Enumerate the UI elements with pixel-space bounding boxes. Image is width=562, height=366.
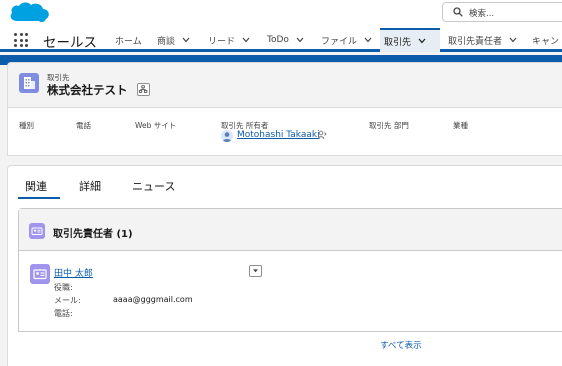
search-placeholder: 検索... [469, 9, 495, 19]
salesforce-cloud-logo[interactable] [8, 1, 50, 25]
change-owner-icon[interactable] [317, 130, 327, 140]
search-icon [453, 7, 463, 17]
chevron-down-icon[interactable] [418, 38, 426, 44]
tab-label: 取引先 [384, 37, 412, 48]
hierarchy-button[interactable] [137, 83, 150, 96]
app-launcher-icon[interactable] [14, 33, 28, 47]
app-name: セールス [43, 35, 97, 51]
chevron-down-icon [253, 269, 258, 273]
tab-todo[interactable]: ToDo [263, 28, 308, 52]
tab-files[interactable]: ファイル [317, 28, 376, 52]
chevron-down-icon[interactable] [364, 37, 372, 43]
chevron-down-icon[interactable] [296, 37, 304, 43]
record-title: 株式会社テスト [47, 83, 128, 97]
global-search-input[interactable]: 検索... [442, 2, 562, 22]
account-icon [19, 73, 39, 93]
tab-label: キャン [532, 36, 560, 47]
role-label: 役職: [54, 283, 73, 292]
field-label-phone: 電話 [76, 121, 91, 130]
tab-label: ToDo [267, 35, 289, 45]
chevron-down-icon[interactable] [242, 37, 250, 43]
tab-label: 商談 [157, 36, 176, 47]
global-header: 検索... [0, 0, 562, 28]
phone-label: 電話: [54, 309, 73, 318]
user-avatar [221, 130, 233, 142]
field-label-type: 種別 [19, 121, 34, 130]
owner-link[interactable]: Motohashi Takaaki [237, 130, 320, 140]
tab-related[interactable]: 関連 [25, 178, 47, 194]
row-actions-button[interactable] [249, 265, 262, 277]
tab-leads[interactable]: リード [204, 28, 254, 52]
related-list-title[interactable]: 取引先責任者 (1) [53, 225, 133, 240]
active-tab-indicator [18, 197, 60, 199]
email-label: メール: [54, 296, 81, 305]
tab-home[interactable]: ホーム [111, 28, 146, 52]
chevron-down-icon[interactable] [509, 37, 517, 43]
tab-label: 取引先責任者 [448, 36, 503, 47]
tab-label: ホーム [115, 36, 142, 47]
field-label-industry: 業種 [453, 121, 468, 130]
tab-campaigns[interactable]: キャン [528, 28, 562, 52]
chevron-down-icon[interactable] [182, 37, 190, 43]
tab-news[interactable]: ニュース [132, 178, 175, 194]
tab-contacts[interactable]: 取引先責任者 [444, 28, 521, 52]
tab-accounts[interactable]: 取引先 [380, 28, 440, 52]
contact-icon [30, 264, 50, 284]
email-value: aaaa@gggmail.com [113, 295, 193, 304]
tab-label: ファイル [321, 36, 358, 47]
contact-icon [29, 223, 45, 239]
app-nav-bar: セールス ホーム 商談 リード ToDo ファイル 取引先 取引先責任者 キャン [0, 28, 562, 52]
field-label-division: 取引先 部門 [369, 121, 409, 130]
contact-name-link[interactable]: 田中 太郎 [54, 266, 93, 279]
field-label-website: Web サイト [135, 121, 177, 130]
view-all-link[interactable]: すべて表示 [380, 339, 422, 351]
hierarchy-icon [138, 85, 148, 93]
tab-opportunities[interactable]: 商談 [153, 28, 194, 52]
tab-details[interactable]: 詳細 [79, 178, 101, 194]
tab-label: リード [208, 36, 236, 47]
